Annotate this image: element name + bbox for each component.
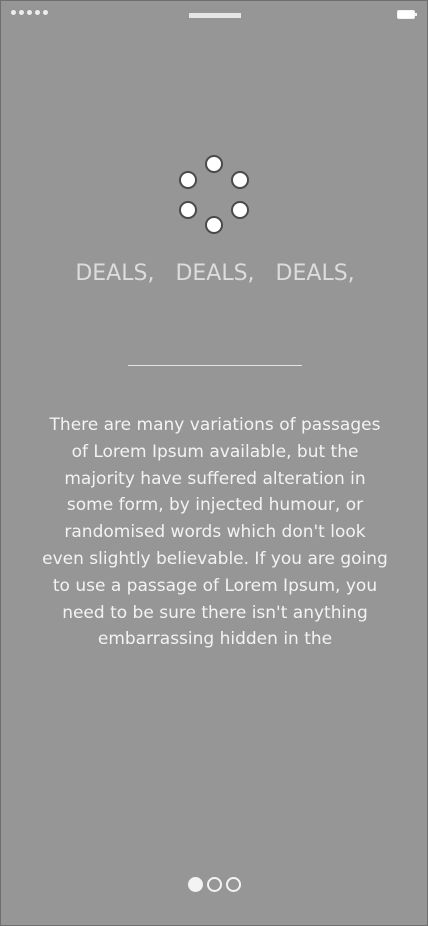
signal-dot (19, 10, 24, 15)
description-text: There are many variations of passages of… (21, 412, 409, 653)
description-line: There are many variations of passages (49, 415, 381, 435)
signal-dot (43, 10, 48, 15)
page-dot-2[interactable] (207, 877, 222, 892)
description-line: majority have suffered alteration in (64, 468, 366, 489)
description-line: even slightly believable. If you are goi… (42, 548, 388, 569)
speaker-notch (189, 13, 241, 18)
spinner-dot (179, 201, 197, 219)
spinner-dot (179, 171, 197, 189)
page-dot-1[interactable] (188, 877, 203, 892)
headline-word: DEALS, (75, 261, 155, 286)
headline-word: DEALS, (175, 261, 255, 286)
description-line: to use a passage of Lorem Ipsum, you (52, 575, 378, 596)
description-line: embarrassing hidden in the (97, 629, 333, 650)
battery-icon (397, 10, 417, 19)
description-line: need to be sure there isn't anything (62, 602, 368, 623)
description-line: some form, by injected humour, or (66, 495, 364, 516)
phone-screen: DEALS, DEALS, DEALS, There are many vari… (0, 0, 428, 926)
spinner-dot (205, 216, 223, 234)
signal-strength-icon (11, 10, 48, 15)
spinner-dot (231, 171, 249, 189)
page-title: DEALS, DEALS, DEALS, (1, 261, 427, 286)
headline-word: DEALS, (275, 261, 355, 286)
page-dot-3[interactable] (226, 877, 241, 892)
signal-dot (11, 10, 16, 15)
signal-dot (35, 10, 40, 15)
description-line: of Lorem Ipsum available, but the (71, 441, 359, 462)
description-line: randomised words which don't look (64, 522, 366, 543)
spinner-dot (205, 155, 223, 173)
divider (128, 365, 302, 366)
signal-dot (27, 10, 32, 15)
page-indicator (188, 877, 241, 892)
spinner-dot (231, 201, 249, 219)
